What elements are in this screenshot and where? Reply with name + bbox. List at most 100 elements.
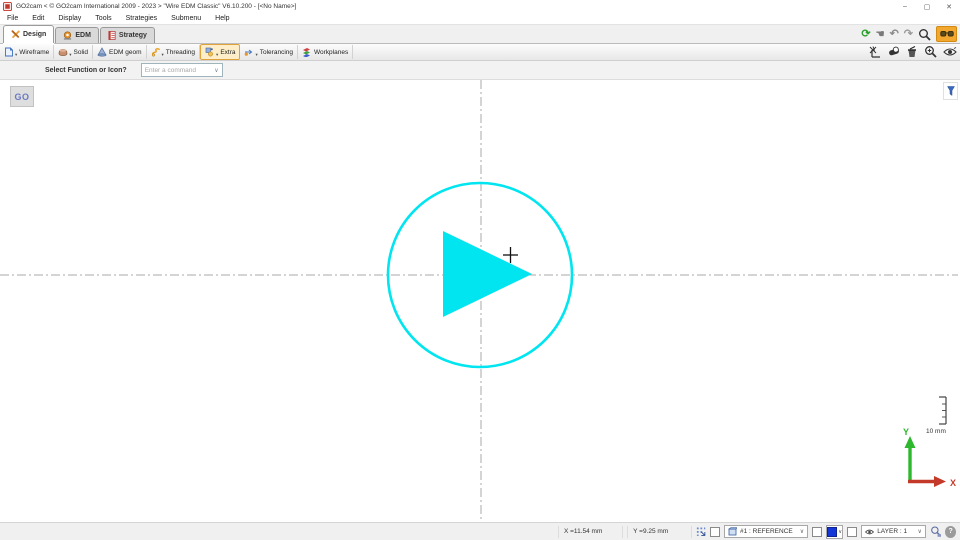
redo-icon[interactable]: ↷ <box>904 29 913 40</box>
tolerancing-button[interactable]: ▾ Tolerancing <box>240 45 298 59</box>
layer-zoom-icon[interactable] <box>930 525 942 538</box>
wireframe-label: Wireframe <box>19 49 49 56</box>
main-toolbar: ▾ Wireframe ▾ Solid EDM geom ▾ Threading… <box>0 43 960 61</box>
view-toolbar: ⟳ ☚ ↶ ↷ <box>861 26 957 58</box>
bucket-icon[interactable] <box>906 46 918 58</box>
dropdown-arrow: ▾ <box>15 51 17 59</box>
solid-label: Solid <box>74 49 88 56</box>
solid-icon <box>58 47 68 57</box>
solid-button[interactable]: ▾ Solid <box>54 45 93 59</box>
strategy-list-icon <box>108 31 116 40</box>
dropdown-arrow: ▾ <box>216 51 218 59</box>
chevron-down-icon: ∨ <box>838 529 842 535</box>
menu-item-strategies[interactable]: Strategies <box>119 15 165 22</box>
drawing-canvas[interactable]: 10 mm Y X GO <box>0 80 960 526</box>
design-tools-icon <box>11 30 20 39</box>
tab-edm[interactable]: EDM <box>55 27 99 43</box>
tab-strategy[interactable]: Strategy <box>100 27 155 43</box>
workplanes-label: Workplanes <box>314 49 348 56</box>
axis-triad: Y X <box>903 427 956 488</box>
tab-bar: Design EDM Strategy <box>0 25 960 43</box>
color-picker-button[interactable]: ∨ <box>826 525 843 539</box>
menu-item-submenu[interactable]: Submenu <box>164 15 208 22</box>
workplane-select[interactable]: #1 : REFERENCE ∨ <box>724 525 808 538</box>
go-assistant-button[interactable]: GO <box>10 86 34 107</box>
hand-pointer-icon[interactable]: ☚ <box>876 29 885 40</box>
workplane-value: #1 : REFERENCE <box>740 528 793 535</box>
y-axis-label: Y <box>903 427 909 437</box>
app-icon <box>3 2 12 11</box>
workplane-checkbox[interactable] <box>710 527 720 537</box>
dropdown-arrow: ▾ <box>162 51 164 59</box>
tab-design-label: Design <box>23 31 46 38</box>
zoom-in-icon[interactable] <box>924 45 937 58</box>
command-row: Select Function or Icon? Enter a command… <box>0 61 960 80</box>
funnel-icon <box>947 86 955 96</box>
scale-ruler-label: 10 mm <box>926 428 946 435</box>
glasses-view-button[interactable] <box>936 26 957 42</box>
menu-item-edit[interactable]: Edit <box>25 15 51 22</box>
filter-panel-button[interactable] <box>943 82 958 100</box>
dropdown-arrow: ▾ <box>255 51 257 59</box>
tab-edm-label: EDM <box>75 32 91 39</box>
tab-design[interactable]: Design <box>3 25 54 43</box>
dropdown-arrow: ▾ <box>69 51 71 59</box>
eraser-icon[interactable] <box>888 46 900 57</box>
tolerancing-label: Tolerancing <box>260 49 293 56</box>
tolerancing-icon <box>244 47 254 57</box>
undo-icon[interactable]: ↶ <box>890 29 899 40</box>
help-glyph: ? <box>949 528 953 535</box>
workplane-icon <box>728 527 737 536</box>
threading-label: Threading <box>166 49 195 56</box>
workplanes-button[interactable]: Workplanes <box>298 45 353 59</box>
scale-ruler <box>939 397 946 424</box>
layer-checkbox[interactable] <box>847 527 857 537</box>
wireframe-icon <box>4 47 14 57</box>
menu-item-display[interactable]: Display <box>51 15 88 22</box>
maximize-button[interactable]: ▢ <box>916 0 938 13</box>
chevron-down-icon: ∨ <box>214 67 218 74</box>
minimize-button[interactable]: – <box>894 0 916 13</box>
snap-grid-icon[interactable] <box>696 526 706 537</box>
y-axis-arrow <box>905 436 916 448</box>
sync-icon[interactable]: ⟳ <box>861 29 870 40</box>
edm-geom-button[interactable]: EDM geom <box>93 45 147 59</box>
menu-item-tools[interactable]: Tools <box>88 15 118 22</box>
close-button[interactable]: ✕ <box>938 0 960 13</box>
extra-button[interactable]: ▾ Extra <box>200 44 240 60</box>
color-checkbox[interactable] <box>812 527 822 537</box>
x-axis-arrow <box>934 476 946 487</box>
tab-strategy-label: Strategy <box>119 32 147 39</box>
edm-geom-label: EDM geom <box>109 49 142 56</box>
menu-item-file[interactable]: File <box>0 15 25 22</box>
layer-value: LAYER : 1 <box>877 528 907 535</box>
command-label: Select Function or Icon? <box>45 67 127 74</box>
threading-coil-icon <box>151 47 161 57</box>
eye-visibility-icon[interactable] <box>943 47 957 57</box>
chevron-down-icon: ∨ <box>800 528 804 535</box>
window-title: GO2cam < © GO2cam International 2009 - 2… <box>16 3 296 10</box>
command-combobox[interactable]: Enter a command ∨ <box>141 63 223 77</box>
menu-bar: File Edit Display Tools Strategies Subme… <box>0 13 960 25</box>
title-bar: GO2cam < © GO2cam International 2009 - 2… <box>0 0 960 13</box>
menu-item-help[interactable]: Help <box>208 15 236 22</box>
threading-button[interactable]: ▾ Threading <box>147 45 201 59</box>
chevron-down-icon: ∨ <box>917 528 921 535</box>
workplanes-icon <box>302 47 312 57</box>
command-placeholder: Enter a command <box>145 67 196 74</box>
extra-icon <box>205 47 215 57</box>
help-button[interactable]: ? <box>945 526 956 538</box>
crosshair-cursor <box>503 247 518 263</box>
axes-tool-icon[interactable] <box>869 46 882 58</box>
extra-label: Extra <box>220 49 235 56</box>
glasses-icon <box>940 30 954 38</box>
color-swatch <box>827 527 837 537</box>
x-axis-label: X <box>950 478 956 488</box>
y-coordinate: Y =9.25 mm <box>627 526 692 538</box>
layer-select[interactable]: LAYER : 1 ∨ <box>861 525 926 538</box>
triangle-entity[interactable] <box>443 231 532 317</box>
status-bar: X =11.54 mm Y =9.25 mm #1 : REFERENCE ∨ … <box>0 522 960 540</box>
zoom-window-icon[interactable] <box>918 28 931 41</box>
edm-geometry-icon <box>97 47 107 57</box>
wireframe-button[interactable]: ▾ Wireframe <box>0 45 54 59</box>
